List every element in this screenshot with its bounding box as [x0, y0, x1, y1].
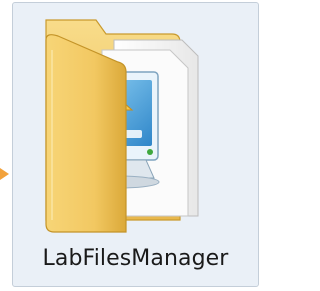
folder-icon[interactable] [22, 10, 250, 238]
desktop-area: LabFilesManager [0, 0, 264, 291]
folder-front-icon [45, 34, 127, 233]
arrow-edge-icon [0, 168, 9, 180]
folder-name-label[interactable]: LabFilesManager [12, 246, 259, 271]
